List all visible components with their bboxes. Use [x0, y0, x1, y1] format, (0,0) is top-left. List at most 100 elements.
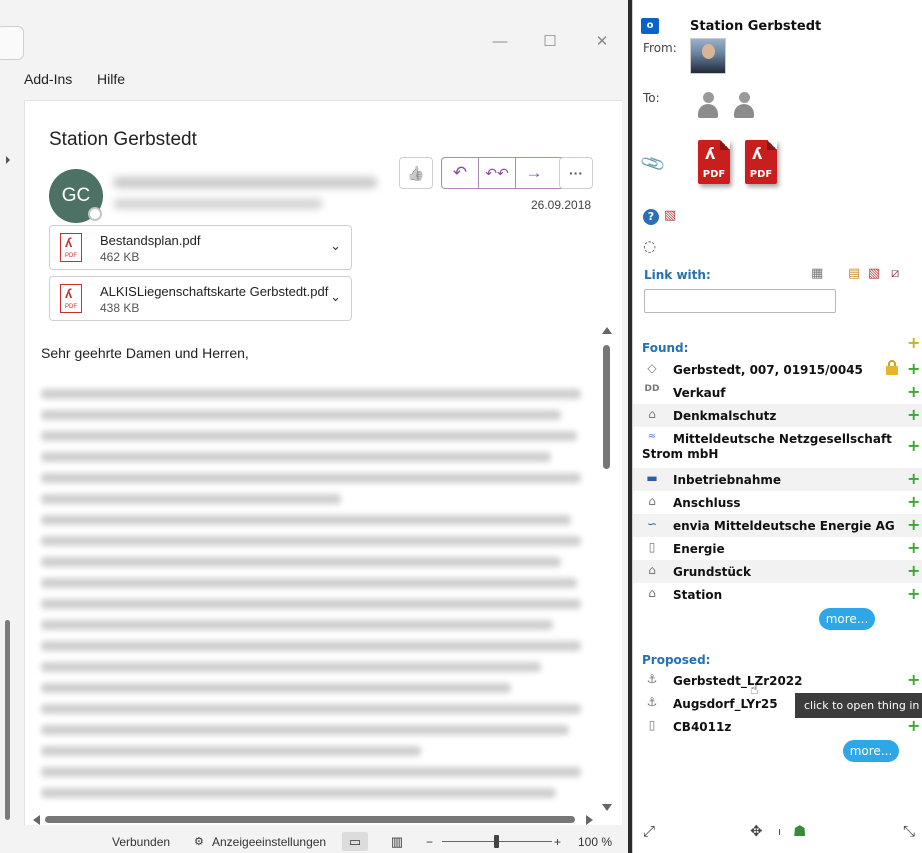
plus-icon[interactable]: +	[907, 716, 920, 735]
from-label: From:	[643, 41, 677, 55]
scroll-right-arrow-icon[interactable]	[586, 815, 593, 825]
expand-icon[interactable]: ⤢	[643, 822, 655, 840]
grid-link-icon[interactable]: ▦	[811, 266, 823, 281]
email-greeting: Sehr geehrte Damen und Herren,	[41, 345, 249, 361]
plus-icon[interactable]: +	[907, 382, 920, 401]
list-item[interactable]: DD Verkauf +	[633, 381, 922, 404]
scroll-down-arrow-icon[interactable]	[602, 804, 612, 811]
list-item[interactable]: ▯ CB4011z +	[633, 715, 922, 738]
menu-add-ins[interactable]: Add-Ins	[24, 71, 72, 87]
display-settings-button[interactable]: Anzeigeeinstellungen	[212, 835, 326, 849]
list-item[interactable]: ∽ envia Mitteldeutsche Energie AG +	[633, 514, 922, 537]
presence-status-icon	[88, 207, 102, 221]
plus-icon[interactable]: +	[907, 515, 920, 534]
found-more-button[interactable]: more...	[819, 608, 875, 630]
company-logo-icon: ≈	[647, 431, 657, 442]
pdf-attachment-icon[interactable]: ʎ PDF	[745, 140, 777, 184]
attachment-card[interactable]: ʎ PDF Bestandsplan.pdf 462 KB ⌄	[49, 225, 352, 270]
hand-cursor-icon: ☝	[750, 682, 759, 698]
plus-icon[interactable]: +	[907, 561, 920, 580]
plus-icon[interactable]: +	[907, 538, 920, 557]
plus-icon[interactable]: +	[907, 584, 920, 603]
info-icon[interactable]: ı	[778, 825, 781, 838]
proposed-more-button[interactable]: more...	[843, 740, 899, 762]
normal-view-button[interactable]: ▭	[342, 832, 368, 851]
chevron-down-icon[interactable]: ⌄	[330, 289, 341, 305]
menu-hilfe[interactable]: Hilfe	[97, 71, 125, 87]
list-item[interactable]: ▬ Inbetriebnahme +	[633, 468, 922, 491]
plus-icon[interactable]: +	[907, 469, 920, 488]
list-item[interactable]: ▯ Energie +	[633, 537, 922, 560]
link-with-label: Link with:	[644, 268, 711, 282]
reply-icon[interactable]: ↶	[442, 158, 478, 188]
list-item[interactable]: ⌂ Grundstück +	[633, 560, 922, 583]
help-icon[interactable]: ?	[643, 209, 659, 225]
scroll-left-arrow-icon[interactable]	[33, 815, 40, 825]
scroll-thumb[interactable]	[603, 345, 610, 469]
search-box[interactable]	[0, 26, 24, 60]
plus-icon[interactable]: +	[907, 436, 920, 455]
sender-name-redacted	[113, 177, 377, 188]
list-item[interactable]: ⌂ Anschluss +	[633, 491, 922, 514]
horizontal-scrollbar[interactable]	[33, 813, 593, 825]
scroll-up-arrow-icon[interactable]	[602, 327, 612, 334]
plus-icon[interactable]: +	[907, 333, 920, 352]
coview-title: Station Gerbstedt	[690, 19, 822, 34]
dashed-circle-add-icon[interactable]: ◌	[643, 237, 656, 255]
sender-photo[interactable]	[690, 38, 726, 74]
email-date: 26.09.2018	[531, 198, 592, 212]
attachment-name: Bestandsplan.pdf	[100, 233, 201, 248]
scroll-thumb[interactable]	[45, 816, 575, 823]
recipient-person-icon[interactable]	[697, 92, 719, 120]
attachment-size: 462 KB	[100, 250, 140, 264]
attachment-card[interactable]: ʎ PDF ALKISLiegenschaftskarte Gerbstedt.p…	[49, 276, 352, 321]
reading-pane: Station Gerbstedt GC 26.09.2018 👍 ↶ ↶↶ →…	[24, 100, 622, 825]
list-item[interactable]: ◇ Gerbstedt, 007, 01915/0045 +	[633, 358, 922, 381]
pdf-attachment-icon[interactable]: ʎ PDF	[698, 140, 730, 184]
collapse-icon[interactable]: ⤡	[903, 822, 915, 840]
found-add-all: +	[633, 333, 922, 352]
folder-scrollbar[interactable]	[5, 620, 10, 820]
zoom-out-button[interactable]: −	[426, 835, 433, 849]
list-item[interactable]: ⌂ Station +	[633, 583, 922, 606]
link-search-input[interactable]	[644, 289, 836, 313]
reading-view-button[interactable]: ▥	[384, 832, 410, 851]
expand-arrow-icon[interactable]	[6, 156, 10, 164]
email-subject: Station Gerbstedt	[49, 129, 197, 150]
device-icon: ▯	[648, 540, 656, 554]
zoom-in-button[interactable]: +	[554, 835, 561, 849]
outlook-window: — ☐ ✕ Add-Ins Hilfe Station Gerbstedt GC…	[0, 0, 630, 853]
chevron-down-icon[interactable]: ⌄	[330, 238, 341, 254]
outlook-logo-icon: o	[641, 18, 659, 34]
dd-icon: DD	[644, 384, 660, 394]
display-settings-icon[interactable]: ⚙	[194, 835, 204, 848]
unlink-icon[interactable]: ⧄	[891, 266, 899, 281]
list-item[interactable]: ⌂ Denkmalschutz +	[633, 404, 922, 427]
recipient-person-icon[interactable]	[733, 92, 755, 120]
more-actions-button[interactable]: ···	[559, 157, 593, 189]
maximize-button[interactable]: ☐	[538, 30, 562, 54]
move-icon[interactable]: ✥	[750, 822, 763, 840]
cabinet-icon: ▯	[648, 718, 656, 732]
zoom-slider-thumb[interactable]	[494, 835, 499, 848]
forward-icon[interactable]: →	[516, 158, 552, 188]
plus-icon[interactable]: +	[907, 359, 920, 378]
thumbs-up-icon: 👍	[407, 165, 425, 181]
folder-pane-edge	[0, 100, 14, 825]
document-link-icon[interactable]: ▧	[664, 208, 676, 223]
vertical-scrollbar[interactable]	[601, 327, 613, 811]
coview-panel: o Station Gerbstedt From: To: 📎 ʎ PDF ʎ PD…	[632, 0, 922, 853]
reply-all-icon[interactable]: ↶↶	[479, 158, 515, 188]
anchor-icon: ⚓	[646, 695, 658, 709]
list-item[interactable]: ≈ Mitteldeutsche Netzgesellschaft Strom …	[633, 428, 922, 466]
like-button[interactable]: 👍	[399, 157, 433, 189]
plus-icon[interactable]: +	[907, 492, 920, 511]
list-item[interactable]: ⚓ Gerbstedt_LZr2022 +	[633, 669, 922, 692]
plus-icon[interactable]: +	[907, 405, 920, 424]
close-button[interactable]: ✕	[590, 30, 614, 54]
user-sync-icon[interactable]: ☗	[793, 822, 806, 840]
minimize-button[interactable]: —	[488, 30, 512, 54]
list-link-icon[interactable]: ▤	[848, 266, 860, 281]
doc-link-icon[interactable]: ▧	[868, 266, 880, 281]
plus-icon[interactable]: +	[907, 670, 920, 689]
